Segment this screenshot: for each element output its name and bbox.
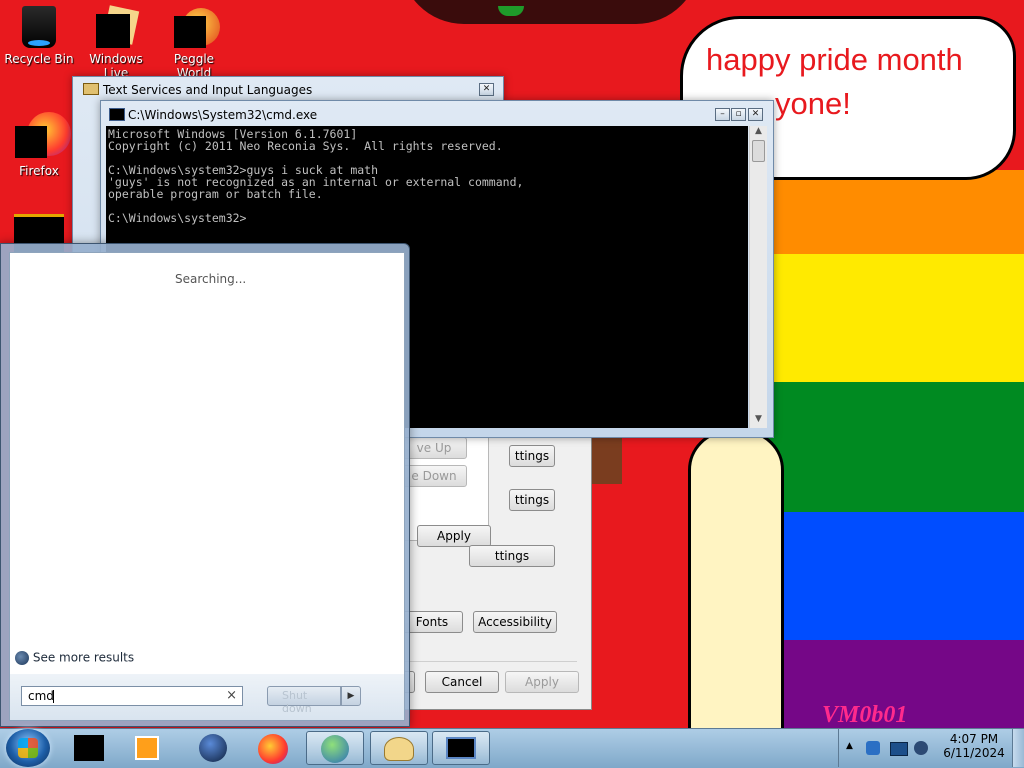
text-cursor [53, 690, 54, 703]
character-hair [592, 436, 622, 484]
taskbar: ▲ 4:07 PM 6/11/2024 [0, 728, 1024, 768]
speech-bubble-line2: yone! [775, 86, 851, 121]
artist-signature: VM0b01 [822, 702, 908, 728]
character-body [688, 430, 784, 756]
start-button[interactable] [6, 729, 50, 767]
taskbar-media-player[interactable] [118, 731, 176, 765]
clock-date: 6/11/2024 [943, 746, 1005, 760]
show-hidden-icons-button[interactable]: ▲ [846, 741, 853, 751]
character-head [400, 0, 700, 24]
search-input[interactable]: cmd × [21, 686, 243, 706]
shut-down-options-button[interactable]: ▶ [341, 686, 361, 706]
cmd-scrollbar[interactable]: ▲ ▼ [749, 126, 767, 428]
move-up-button[interactable]: ve Up [401, 437, 467, 459]
recycle-bin-label: Recycle Bin [4, 52, 74, 66]
move-down-button[interactable]: e Down [401, 465, 467, 487]
accessibility-button[interactable]: Accessibility [473, 611, 557, 633]
tray-divider [838, 729, 839, 767]
settings-button-3[interactable]: ttings [469, 545, 555, 567]
firefox-label: Firefox [19, 164, 59, 178]
apply-bottom-button[interactable]: Apply [505, 671, 579, 693]
apply-button[interactable]: Apply [417, 525, 491, 547]
see-more-results-label: See more results [32, 650, 135, 665]
recycle-bin-icon [22, 6, 56, 48]
windows-live-icon [96, 5, 140, 48]
scroll-down-arrow-icon[interactable]: ▼ [750, 414, 767, 428]
scroll-up-arrow-icon[interactable]: ▲ [750, 126, 767, 140]
show-desktop-button[interactable] [1012, 729, 1024, 767]
fonts-button[interactable]: Fonts [401, 611, 463, 633]
rainbow-green [745, 382, 1024, 512]
keyboard-taskbar-icon [384, 737, 414, 761]
cmd-minimize-button[interactable]: – [715, 108, 730, 121]
cmd-close-button[interactable]: ✕ [748, 108, 763, 121]
media-player-icon [135, 736, 159, 760]
cmd-title: C:\Windows\System32\cmd.exe [128, 108, 318, 122]
firefox-taskbar-icon [258, 734, 288, 764]
recycle-bin-shortcut[interactable]: Recycle Bin [3, 6, 75, 66]
shut-down-label: Shut down [282, 689, 312, 715]
tray-app-icon[interactable] [866, 741, 880, 755]
clock-time: 4:07 PM [949, 732, 999, 746]
cmd-line: Copyright (c) 2011 Neo Reconia Sys. All … [108, 139, 503, 153]
search-status: Searching... [175, 272, 247, 286]
firefox-shortcut[interactable]: Firefox [3, 112, 75, 178]
tray-clock[interactable]: 4:07 PM 6/11/2024 [940, 732, 1008, 760]
peggle-world-shortcut[interactable]: Peggle World [158, 8, 230, 80]
scroll-thumb[interactable] [752, 140, 765, 162]
region-globe-icon [321, 735, 349, 763]
windows-live-shortcut[interactable]: Windows Live [80, 5, 152, 80]
region-language-dialog[interactable]: ve Up e Down Apply ttings ttings ttings … [400, 420, 592, 710]
text-services-close-button[interactable]: ✕ [479, 83, 494, 96]
network-icon[interactable] [890, 742, 908, 756]
start-menu-results-pane [9, 252, 405, 676]
settings-button-1[interactable]: ttings [509, 445, 555, 467]
taskbar-globe-app[interactable] [184, 731, 242, 765]
rainbow-orange [745, 170, 1024, 254]
see-more-results-link[interactable]: See more results [15, 650, 134, 665]
cmd-icon [109, 108, 125, 121]
peggle-world-icon [174, 8, 220, 48]
cmd-prompt-line: C:\Windows\system32> [108, 211, 247, 225]
speech-bubble-line1: happy pride month [706, 42, 963, 77]
dialog-divider [401, 661, 577, 662]
taskbar-text-services[interactable] [370, 731, 428, 765]
start-menu[interactable]: Searching... See more results cmd × Shut… [0, 243, 410, 727]
rainbow-blue [745, 512, 1024, 640]
cmd-maximize-button[interactable]: ▫ [731, 108, 746, 121]
magnifier-icon [15, 650, 29, 665]
search-input-value: cmd [28, 689, 54, 703]
black-square-icon [74, 735, 104, 761]
text-services-title: Text Services and Input Languages [103, 83, 313, 97]
shut-down-button[interactable]: Shut down [267, 686, 341, 715]
taskbar-cmd[interactable] [432, 731, 490, 765]
firefox-icon [15, 112, 71, 160]
arrow-right-icon: ▶ [347, 691, 355, 701]
globe-icon [199, 734, 227, 762]
cmd-taskbar-icon [446, 737, 476, 759]
cancel-button[interactable]: Cancel [425, 671, 499, 693]
keyboard-icon [83, 83, 99, 95]
taskbar-pinned-app[interactable] [60, 731, 118, 765]
windows-logo-icon [18, 738, 38, 758]
volume-icon[interactable] [914, 741, 928, 755]
clear-search-icon[interactable]: × [226, 688, 237, 703]
rainbow-yellow [745, 254, 1024, 382]
taskbar-region-language[interactable] [306, 731, 364, 765]
settings-button-2[interactable]: ttings [509, 489, 555, 511]
cmd-line: operable program or batch file. [108, 187, 323, 201]
cmd-output: Microsoft Windows [Version 6.1.7601] Cop… [108, 128, 746, 224]
taskbar-firefox[interactable] [244, 731, 302, 765]
